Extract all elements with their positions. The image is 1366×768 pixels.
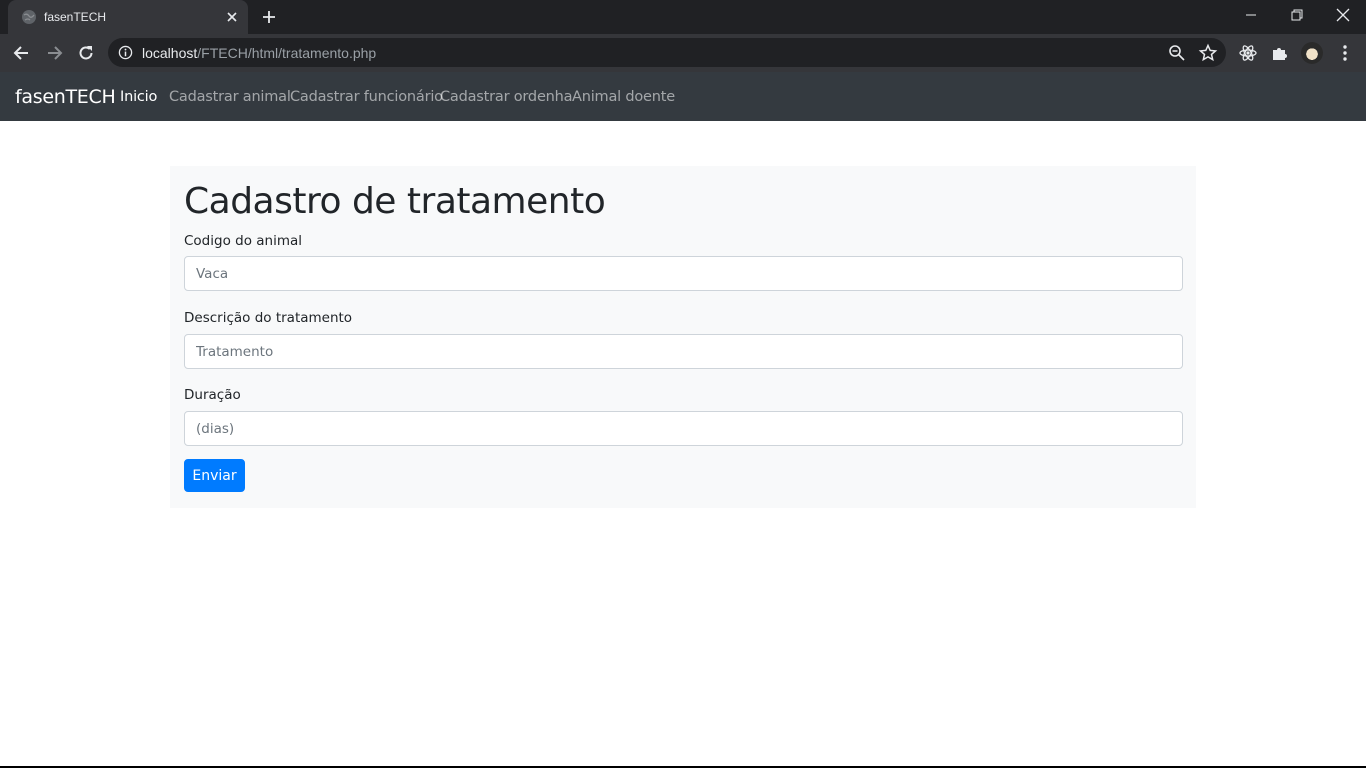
animal-code-input[interactable]: [184, 256, 1183, 291]
url-text: localhost/FTECH/html/tratamento.php: [142, 45, 376, 61]
menu-kebab-icon[interactable]: [1335, 43, 1355, 63]
close-window-button[interactable]: [1320, 0, 1366, 30]
duration-input[interactable]: [184, 411, 1183, 446]
restore-button[interactable]: [1274, 0, 1320, 30]
react-devtools-icon[interactable]: [1238, 43, 1258, 63]
nav-link-cadastrar-funcionario[interactable]: Cadastrar funcionário: [290, 89, 443, 105]
address-bar[interactable]: localhost/FTECH/html/tratamento.php: [108, 38, 1226, 67]
form-panel: Cadastro de tratamento Codigo do animal …: [170, 166, 1196, 508]
url-host: localhost: [142, 45, 198, 61]
page-title: Cadastro de tratamento: [184, 181, 606, 222]
close-icon[interactable]: [224, 9, 240, 25]
tab-title: fasenTECH: [44, 10, 107, 24]
star-icon[interactable]: [1198, 43, 1218, 63]
forward-arrow-icon[interactable]: [44, 43, 64, 63]
browser-tab[interactable]: fasenTECH: [8, 0, 248, 34]
nav-link-inicio[interactable]: Inicio: [120, 89, 157, 105]
site-navbar: fasenTECH Inicio Cadastrar animal Cadast…: [0, 72, 1366, 121]
nav-link-animal-doente[interactable]: Animal doente: [572, 89, 675, 105]
reload-icon[interactable]: [76, 43, 96, 63]
navbar-brand[interactable]: fasenTECH: [15, 86, 116, 108]
back-arrow-icon[interactable]: [12, 43, 32, 63]
nav-link-cadastrar-animal[interactable]: Cadastrar animal: [169, 89, 291, 105]
extensions-puzzle-icon[interactable]: [1270, 43, 1290, 63]
profile-avatar[interactable]: [1301, 42, 1323, 64]
browser-tabstrip: fasenTECH: [0, 0, 1366, 34]
restore-icon: [1291, 9, 1303, 21]
globe-icon: [22, 10, 36, 24]
submit-button[interactable]: Enviar: [184, 459, 245, 492]
minimize-icon: [1246, 14, 1256, 16]
animal-code-label: Codigo do animal: [184, 233, 302, 249]
info-icon[interactable]: [118, 45, 133, 60]
treatment-description-label: Descrição do tratamento: [184, 310, 353, 326]
url-path: /FTECH/html/tratamento.php: [197, 45, 377, 61]
close-window-icon: [1336, 8, 1350, 22]
minimize-button[interactable]: [1228, 0, 1274, 30]
nav-link-cadastrar-ordenha[interactable]: Cadastrar ordenha: [440, 89, 573, 105]
duration-label: Duração: [184, 387, 241, 403]
new-tab-icon[interactable]: [260, 8, 278, 26]
browser-toolbar: localhost/FTECH/html/tratamento.php: [0, 34, 1366, 72]
zoom-icon[interactable]: [1167, 43, 1187, 63]
treatment-description-input[interactable]: [184, 334, 1183, 369]
